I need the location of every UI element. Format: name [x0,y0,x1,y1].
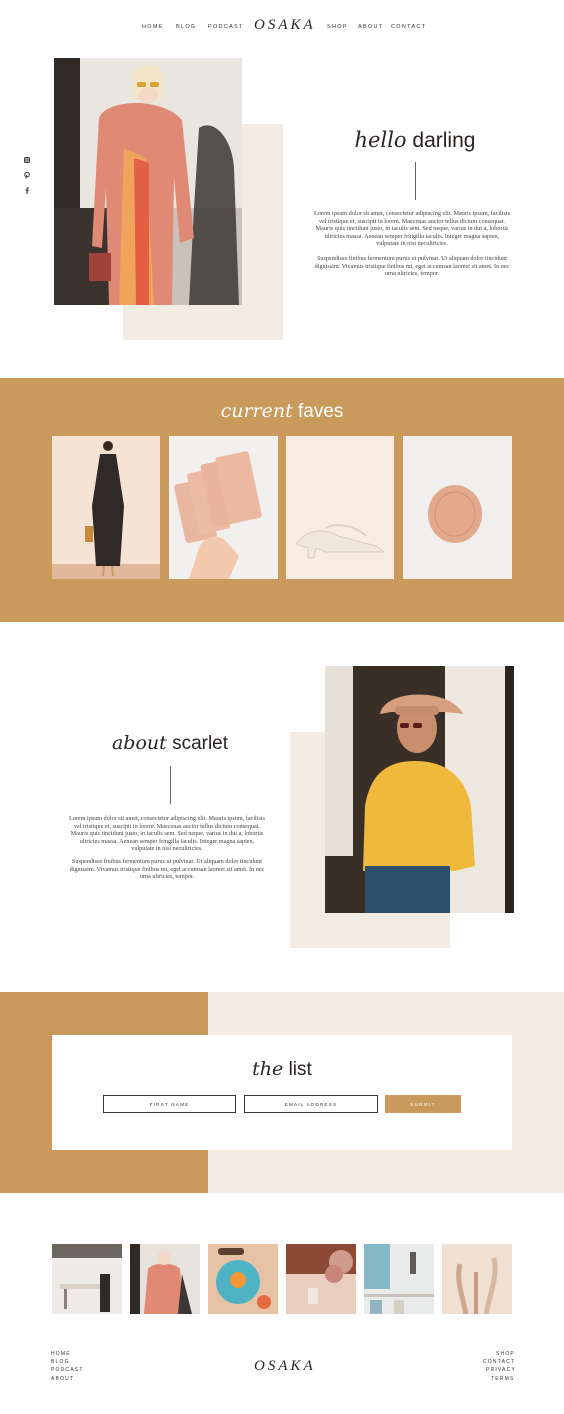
first-name-field[interactable]: FIRST NAME [103,1095,236,1113]
hero-heading-rest: darling [412,129,476,152]
facebook-icon[interactable] [25,187,29,194]
nav-blog[interactable]: BLOG [176,24,196,30]
about-heading-script: about [111,732,167,754]
footer-logo[interactable]: OSAKA [254,1358,316,1375]
footer-link-privacy[interactable]: PRIVACY [486,1367,516,1373]
hero-heading-script: hello [354,128,407,152]
hero-heading: hello darling [320,128,510,153]
email-placeholder: EMAIL ADDRESS [284,1101,338,1107]
pinterest-icon[interactable] [24,172,30,179]
hero-photo [54,58,242,305]
footer-link-podcast[interactable]: PODCAST [51,1367,84,1373]
nav-podcast[interactable]: PODCAST [208,24,244,30]
gallery-photo-dining[interactable] [52,1244,122,1314]
newsletter-heading-script: the [252,1058,284,1080]
newsletter-heading: the list [182,1058,382,1081]
nav-home[interactable]: HOME [142,24,164,30]
fave-item-pillow[interactable] [403,436,512,579]
about-heading-rest: scarlet [172,733,229,754]
hero-paragraph-2: Suspendisse finibus fermentum purus ut p… [314,255,510,278]
email-field[interactable]: EMAIL ADDRESS [244,1095,378,1113]
submit-label: SUBMIT [410,1101,436,1107]
newsletter-heading-rest: list [288,1059,312,1080]
gallery-photo-shelf[interactable] [364,1244,434,1314]
footer-link-shop[interactable]: SHOP [496,1351,515,1357]
about-paragraph-1: Lorem ipsum dolor sit amet, consectetur … [68,815,266,853]
footer-link-about[interactable]: ABOUT [51,1376,74,1382]
about-photo [325,666,514,913]
nav-contact[interactable]: CONTACT [391,24,426,30]
fave-item-dress[interactable] [52,436,160,579]
nav-shop[interactable]: SHOP [327,24,348,30]
gallery-photo-flowers[interactable] [286,1244,356,1314]
faves-heading: current faves [180,400,384,423]
fave-item-cards[interactable] [169,436,278,579]
instagram-icon[interactable] [24,157,30,163]
nav-about[interactable]: ABOUT [358,24,383,30]
footer-link-contact[interactable]: CONTACT [483,1359,515,1365]
faves-heading-script: current [220,400,293,422]
about-divider [170,766,171,804]
footer-link-home[interactable]: HOME [51,1351,71,1357]
gallery-photo-coat[interactable] [130,1244,200,1314]
newsletter-card [52,1035,512,1150]
gallery-photo-citrus[interactable] [208,1244,278,1314]
hero-paragraph-1: Lorem ipsum dolor sit amet, consectetur … [313,210,511,248]
fave-item-sandals[interactable] [286,436,394,579]
faves-heading-rest: faves [298,401,344,422]
footer-link-terms[interactable]: TERMS [491,1376,515,1382]
first-name-placeholder: FIRST NAME [149,1101,190,1107]
about-heading: about scarlet [80,732,260,755]
footer-link-blog[interactable]: BLOG [51,1359,70,1365]
hero-divider [415,162,416,200]
gallery-photo-pampas[interactable] [442,1244,512,1314]
site-logo[interactable]: OSAKA [254,17,316,34]
about-paragraph-2: Suspendisse finibus fermentum purus ut p… [69,858,265,881]
submit-button[interactable]: SUBMIT [385,1095,461,1113]
